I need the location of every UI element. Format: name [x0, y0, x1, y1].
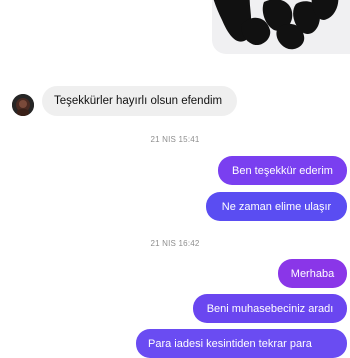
- outgoing-message[interactable]: Ne zaman elime ulaşır: [206, 192, 347, 221]
- outgoing-message[interactable]: Merhaba: [278, 259, 347, 288]
- message-text: Ben teşekkür ederim: [232, 164, 333, 177]
- timestamp: 21 NIS 15:41: [150, 135, 200, 144]
- message-text: Ne zaman elime ulaşır: [221, 200, 332, 213]
- outgoing-message[interactable]: Para iadesi kesintiden tekrar para: [136, 329, 347, 358]
- outgoing-message[interactable]: Beni muhasebeciniz aradı: [193, 294, 347, 323]
- photo-content-icon: [213, 0, 339, 50]
- message-text: Teşekkürler hayırlı olsun efendim: [54, 95, 223, 107]
- message-text: Para iadesi kesintiden tekrar para: [148, 337, 312, 350]
- conversation-view: Teşekkürler hayırlı olsun efendim 21 NIS…: [0, 0, 350, 358]
- message-text: Merhaba: [290, 267, 335, 280]
- contact-avatar[interactable]: [12, 94, 34, 116]
- avatar-icon: [12, 94, 34, 116]
- outgoing-message[interactable]: Ben teşekkür ederim: [218, 156, 347, 185]
- incoming-message[interactable]: Teşekkürler hayırlı olsun efendim: [42, 86, 237, 116]
- message-text: Beni muhasebeciniz aradı: [206, 302, 334, 315]
- timestamp: 21 NIS 16:42: [150, 239, 200, 248]
- photo-attachment[interactable]: [212, 0, 350, 54]
